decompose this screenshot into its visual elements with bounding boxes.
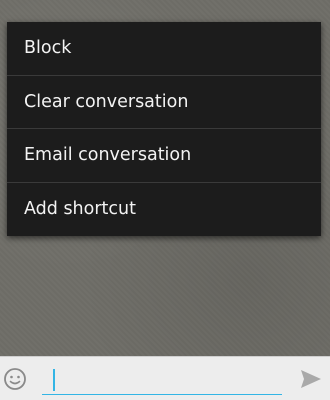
menu-item-label: Email conversation xyxy=(24,145,192,166)
menu-item-block[interactable]: Block xyxy=(7,22,321,76)
message-input[interactable] xyxy=(42,365,282,395)
overflow-menu: Block Clear conversation Email conversat… xyxy=(7,22,321,236)
text-caret xyxy=(53,369,55,391)
menu-item-label: Clear conversation xyxy=(24,91,189,112)
menu-item-add-shortcut[interactable]: Add shortcut xyxy=(7,183,321,237)
menu-item-clear-conversation[interactable]: Clear conversation xyxy=(7,76,321,129)
emoji-icon[interactable] xyxy=(3,367,27,391)
send-icon[interactable] xyxy=(298,367,324,391)
message-composer xyxy=(0,356,330,400)
menu-item-label: Add shortcut xyxy=(24,199,136,220)
menu-item-email-conversation[interactable]: Email conversation xyxy=(7,129,321,183)
menu-item-label: Block xyxy=(24,38,72,59)
